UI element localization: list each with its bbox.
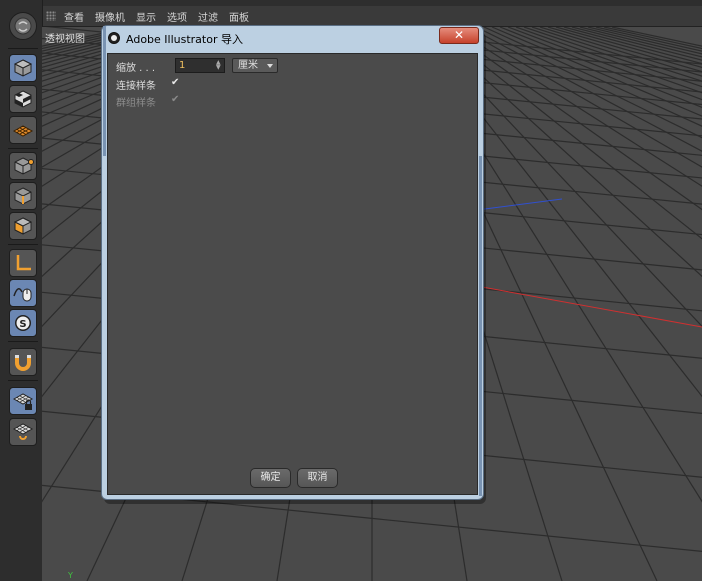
grip-icon[interactable] <box>46 11 56 21</box>
snap-icon[interactable]: S <box>9 309 37 337</box>
grid-plane-icon[interactable] <box>9 116 37 144</box>
undo-view-icon[interactable] <box>9 12 37 40</box>
connect-splines-label: 连接样条 <box>116 81 156 92</box>
close-button[interactable]: ✕ <box>439 27 479 44</box>
viewport-label: 透视视图 <box>45 34 85 45</box>
right-resize-edge <box>479 156 482 496</box>
left-toolbar: S <box>0 0 43 581</box>
edges-cube-icon[interactable] <box>9 182 37 210</box>
axis-icon[interactable] <box>9 249 37 277</box>
group-splines-checkbox: ✔ <box>171 94 180 105</box>
unit-value: 厘米 <box>238 60 258 71</box>
group-splines-label: 群组样条 <box>116 98 156 109</box>
cube-icon[interactable] <box>9 54 37 82</box>
magnet-icon[interactable] <box>9 348 37 376</box>
menu-view[interactable]: 查看 <box>64 9 84 24</box>
checker-cube-icon[interactable] <box>9 85 37 113</box>
menu-filter[interactable]: 过滤 <box>198 9 218 24</box>
dialog-body: 缩放 . . . 1 ▲ ▼ 厘米 连接样条 ✔ 群组样条 ✔ 确定 取消 <box>107 53 478 495</box>
cancel-button[interactable]: 取消 <box>297 468 338 488</box>
menu-display[interactable]: 显示 <box>136 9 156 24</box>
import-dialog: Adobe Illustrator 导入 ✕ 缩放 . . . 1 ▲ ▼ 厘米 … <box>101 25 484 500</box>
workplane-rotate-icon[interactable] <box>9 418 37 446</box>
scale-input[interactable]: 1 ▲ ▼ <box>175 58 225 73</box>
connect-splines-checkbox[interactable]: ✔ <box>171 77 179 88</box>
chevron-down-icon <box>267 64 273 68</box>
scale-label: 缩放 . . . <box>116 63 156 74</box>
unit-select[interactable]: 厘米 <box>232 58 278 73</box>
scale-value: 1 <box>179 60 186 71</box>
axis-y-label: Y <box>68 571 73 580</box>
ok-button[interactable]: 确定 <box>250 468 291 488</box>
menu-options[interactable]: 选项 <box>167 9 187 24</box>
svg-text:S: S <box>19 319 26 330</box>
scale-stepper-icon[interactable]: ▲ ▼ <box>216 60 222 71</box>
viewport-menu-bar: 查看 摄像机 显示 选项 过滤 面板 <box>42 6 702 27</box>
polygons-cube-icon[interactable] <box>9 212 37 240</box>
mouse-tweak-icon[interactable] <box>9 279 37 307</box>
app-icon <box>108 32 120 44</box>
points-cube-icon[interactable] <box>9 152 37 180</box>
locked-workplane-icon[interactable] <box>9 387 37 415</box>
dialog-title-bar[interactable]: Adobe Illustrator 导入 ✕ <box>102 26 483 50</box>
dialog-title: Adobe Illustrator 导入 <box>126 33 243 46</box>
left-resize-edge <box>103 26 106 156</box>
menu-panel[interactable]: 面板 <box>229 9 249 24</box>
menu-camera[interactable]: 摄像机 <box>95 9 125 24</box>
